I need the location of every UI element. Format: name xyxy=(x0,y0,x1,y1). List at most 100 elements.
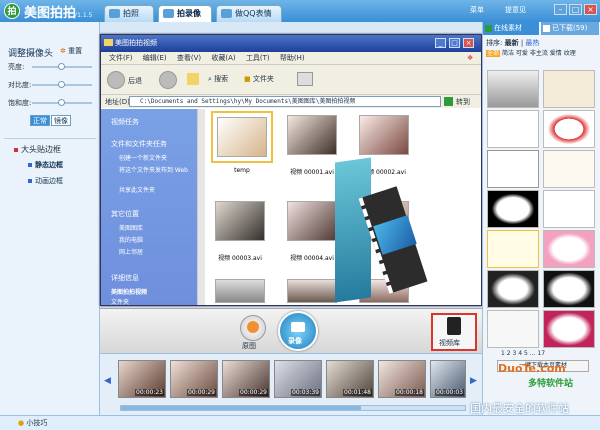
filter-simple[interactable]: 简洁 xyxy=(502,50,514,57)
frame-thumbnail[interactable] xyxy=(543,270,595,308)
address-input[interactable]: C:\Documents and Settings\hy\My Document… xyxy=(129,96,441,107)
menu-file[interactable]: 文件(F) xyxy=(109,52,133,64)
views-icon[interactable] xyxy=(297,72,313,86)
frame-thumbnail[interactable] xyxy=(543,310,595,348)
frame-thumbnail[interactable] xyxy=(487,270,539,308)
video-thumbnail[interactable]: 00:00:18 xyxy=(378,360,426,398)
file-item[interactable] xyxy=(211,111,273,163)
strip-prev-icon[interactable]: ◀ xyxy=(104,376,111,386)
static-frame-item[interactable]: 静态边框 xyxy=(28,160,63,170)
contrast-knob[interactable] xyxy=(58,81,65,88)
go-button[interactable]: 转到 xyxy=(456,97,470,107)
task-share-folder[interactable]: 共享此文件夹 xyxy=(119,185,155,194)
frame-thumbnail[interactable] xyxy=(543,190,595,228)
page-link[interactable]: 3 xyxy=(513,350,517,357)
video-duration: 00:00:18 xyxy=(395,389,424,396)
go-arrow-icon[interactable] xyxy=(444,97,453,106)
sort-hot[interactable]: 最热 xyxy=(525,39,539,47)
refresh-icon xyxy=(247,321,259,333)
watermark-slogan: 国内最安全的软件站 xyxy=(470,402,569,415)
tab-record[interactable]: 拍录像 xyxy=(158,5,212,22)
task-new-folder[interactable]: 创建一个新文件夹 xyxy=(119,153,167,162)
file-thumbnail[interactable] xyxy=(287,115,337,155)
record-button[interactable]: 录像 xyxy=(278,311,318,351)
tab-qq-emoticon[interactable]: 做QQ表情 xyxy=(216,5,282,22)
tips-link[interactable]: ● 小技巧 xyxy=(18,418,47,428)
frame-thumbnail[interactable] xyxy=(487,310,539,348)
frame-thumbnail[interactable] xyxy=(543,150,595,188)
page-link[interactable]: 4 xyxy=(518,350,522,357)
menu-view[interactable]: 查看(V) xyxy=(177,52,201,64)
filter-all[interactable]: 全部 xyxy=(486,50,501,57)
video-thumbnail[interactable]: 00:01:48 xyxy=(326,360,374,398)
tab-photo[interactable]: 拍照 xyxy=(104,5,154,22)
strip-next-icon[interactable]: ▶ xyxy=(470,376,477,386)
menu-help[interactable]: 帮助(H) xyxy=(280,52,305,64)
sort-newest[interactable]: 最新 xyxy=(505,39,519,47)
strip-scroll-thumb[interactable] xyxy=(121,406,361,410)
frame-thumbnail[interactable] xyxy=(487,230,539,268)
file-thumbnail[interactable] xyxy=(287,279,337,303)
brightness-knob[interactable] xyxy=(58,63,65,70)
video-thumbnail[interactable]: 00:00:03 xyxy=(430,360,466,398)
frame-group-title[interactable]: 大头贴边框 xyxy=(14,144,61,155)
video-thumbnail[interactable]: 00:00:23 xyxy=(118,360,166,398)
menu-favorites[interactable]: 收藏(A) xyxy=(211,52,235,64)
frame-thumbnail[interactable] xyxy=(487,190,539,228)
forward-arrow-icon[interactable] xyxy=(159,71,177,89)
back-label[interactable]: 后退 xyxy=(128,76,142,86)
video-thumbnail[interactable]: 00:00:29 xyxy=(222,360,270,398)
maximize-button[interactable]: □ xyxy=(569,4,582,15)
menu-link[interactable]: 菜单 xyxy=(470,5,484,15)
original-button[interactable] xyxy=(240,315,266,341)
file-thumbnail[interactable] xyxy=(215,279,265,303)
file-label: 视频 00001.avi xyxy=(290,169,334,176)
explorer-minimize-button[interactable]: _ xyxy=(435,38,446,48)
mode-mirror-button[interactable]: 镜像 xyxy=(51,115,71,126)
tab-online-materials[interactable]: 在线素材 xyxy=(483,22,539,35)
tab-downloaded[interactable]: 已下载(59) xyxy=(541,22,599,35)
strip-scrollbar[interactable] xyxy=(120,405,466,411)
page-link[interactable]: 2 xyxy=(507,350,511,357)
page-link[interactable]: 17 xyxy=(537,350,545,357)
reset-button[interactable]: ✲ 重置 xyxy=(60,46,82,56)
explorer-maximize-button[interactable]: □ xyxy=(449,38,460,48)
file-thumbnail[interactable] xyxy=(287,201,337,241)
place-my-computer[interactable]: 我的电脑 xyxy=(119,235,143,244)
place-network[interactable]: 网上邻居 xyxy=(119,247,143,256)
close-button[interactable]: × xyxy=(584,4,597,15)
frame-thumbnail[interactable] xyxy=(543,70,595,108)
saturation-knob[interactable] xyxy=(58,99,65,106)
animated-frame-item[interactable]: 动画边框 xyxy=(28,176,63,186)
place-meitu[interactable]: 美图图库 xyxy=(119,223,143,232)
task-pane-scrollbar[interactable] xyxy=(197,109,205,305)
filter-cute[interactable]: 可爱 xyxy=(516,50,528,57)
frame-thumbnail[interactable] xyxy=(543,110,595,148)
task-publish-web[interactable]: 将这个文件夹发布到 Web xyxy=(119,165,189,174)
back-arrow-icon[interactable] xyxy=(107,71,125,89)
frame-thumbnail[interactable] xyxy=(487,70,539,108)
feedback-link[interactable]: 提意见 xyxy=(505,5,526,15)
frame-thumbnail[interactable] xyxy=(543,230,595,268)
page-link[interactable]: 5 xyxy=(524,350,528,357)
explorer-close-button[interactable]: × xyxy=(463,38,474,48)
mode-normal-button[interactable]: 正常 xyxy=(30,115,50,126)
menu-edit[interactable]: 编辑(E) xyxy=(143,52,167,64)
minimize-button[interactable]: – xyxy=(554,4,567,15)
video-library-button[interactable]: 视频库 xyxy=(431,313,477,351)
frame-thumbnail[interactable] xyxy=(487,150,539,188)
menu-tools[interactable]: 工具(T) xyxy=(246,52,270,64)
search-button[interactable]: ⌕ 搜索 xyxy=(208,74,228,84)
file-thumbnail[interactable] xyxy=(359,115,409,155)
video-thumbnail[interactable]: 00:00:29 xyxy=(170,360,218,398)
file-thumbnail[interactable] xyxy=(215,201,265,241)
frame-thumbnail[interactable] xyxy=(487,110,539,148)
saturation-label: 饱和度: xyxy=(8,99,32,107)
filter-nonmainstream[interactable]: 非主流 xyxy=(530,50,548,57)
page-link[interactable]: 1 xyxy=(501,350,505,357)
filter-love[interactable]: 爱情 xyxy=(550,50,562,57)
up-folder-icon[interactable] xyxy=(187,73,199,85)
filter-texture[interactable]: 纹理 xyxy=(564,50,576,57)
folders-button[interactable]: ■ 文件夹 xyxy=(244,74,274,84)
video-thumbnail[interactable]: 00:03:39 xyxy=(274,360,322,398)
